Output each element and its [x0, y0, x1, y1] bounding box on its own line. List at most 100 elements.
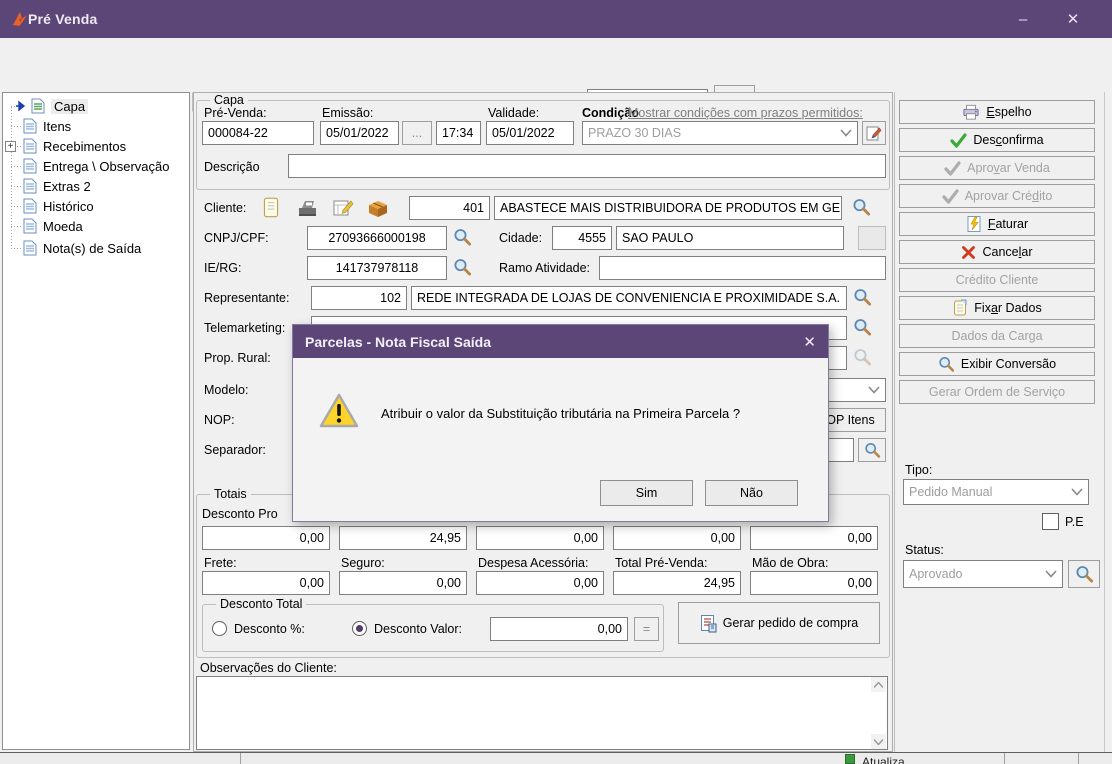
pe-checkbox[interactable] [1042, 513, 1059, 530]
totais-row1-input[interactable]: 0,00 [613, 526, 741, 550]
tree-item-historico[interactable]: Histórico [23, 197, 94, 215]
nao-button[interactable]: Não [705, 480, 798, 506]
aprovar-venda-button[interactable]: Aprovar Venda [899, 156, 1095, 180]
validade-label: Validade: [488, 106, 539, 120]
page-icon [23, 218, 37, 234]
status-search-button[interactable] [1068, 560, 1100, 588]
status-dropdown[interactable]: Aprovado [903, 560, 1063, 588]
tipo-label: Tipo: [905, 463, 932, 477]
tree-item-recebimentos[interactable]: Recebimentos [23, 137, 126, 155]
nop-label: NOP: [204, 413, 235, 427]
page-icon [23, 198, 37, 214]
search-icon [864, 442, 881, 459]
tree-item-capa[interactable]: Capa [15, 97, 88, 115]
totais-row1-input[interactable]: 0,00 [476, 526, 604, 550]
representante-search-button[interactable] [853, 288, 872, 307]
scroll-up-arrow[interactable] [871, 677, 886, 692]
cancelar-button[interactable]: Cancelar [899, 240, 1095, 264]
pre-venda-label: Pré-Venda: [204, 106, 267, 120]
total-pre-venda-input[interactable]: 24,95 [613, 571, 741, 595]
tree-item-itens[interactable]: Itens [23, 117, 71, 135]
ie-rg-input[interactable]: 141737978118 [307, 256, 447, 280]
desconto-valor-radio[interactable] [352, 621, 367, 636]
note-icon[interactable] [260, 196, 282, 223]
observacoes-textarea[interactable] [196, 676, 888, 750]
cidade-code-input[interactable]: 4555 [552, 226, 612, 250]
tipo-dropdown[interactable]: Pedido Manual [903, 479, 1089, 505]
representante-nome-input[interactable]: REDE INTEGRADA DE LOJAS DE CONVENIENCIA … [411, 286, 847, 310]
dados-da-carga-button[interactable]: Dados da Carga [899, 324, 1095, 348]
prop-rural-search-button[interactable] [853, 348, 872, 367]
despesa-acessoria-input[interactable]: 0,00 [476, 571, 604, 595]
tree-item-moeda[interactable]: Moeda [23, 217, 83, 235]
desconto-pct-label: Desconto %: [234, 622, 305, 636]
ie-rg-search-button[interactable] [453, 258, 472, 277]
ramo-atividade-input[interactable] [599, 256, 886, 280]
background-icon-fragment [845, 754, 855, 764]
register-icon[interactable] [297, 198, 319, 221]
espelho-button[interactable]: Espelho [899, 100, 1095, 124]
telemarketing-label: Telemarketing: [204, 321, 285, 335]
search-icon [1075, 565, 1094, 584]
minimize-button[interactable]: – [1000, 0, 1046, 38]
section-tree: + Capa Itens Recebimentos Entrega \ Obse… [2, 92, 190, 750]
pre-venda-input[interactable]: 000084-22 [202, 121, 314, 145]
tree-item-notas-de-saida[interactable]: Nota(s) de Saída [23, 239, 141, 257]
cliente-code-input[interactable]: 401 [409, 196, 490, 220]
credito-cliente-button[interactable]: Crédito Cliente [899, 268, 1095, 292]
emissao-ellipsis-button[interactable]: ... [402, 121, 432, 145]
toolbar: TXT Sequência: 1412 [0, 38, 1112, 92]
condicao-dropdown[interactable]: PRAZO 30 DIAS [582, 121, 858, 145]
descricao-input[interactable] [288, 154, 886, 178]
cnpj-search-button[interactable] [453, 228, 472, 247]
totais-row1-input[interactable]: 0,00 [202, 526, 330, 550]
despesa-acessoria-label: Despesa Acessória: [478, 556, 588, 570]
totais-row1-input[interactable]: 24,95 [339, 526, 467, 550]
desconto-valor-label: Desconto Valor: [374, 622, 462, 636]
validade-input[interactable]: 05/01/2022 [486, 121, 574, 145]
descricao-label: Descrição [204, 160, 260, 174]
desconto-valor-input[interactable]: 0,00 [490, 617, 628, 641]
desconto-total-legend: Desconto Total [216, 597, 306, 611]
gerar-ordem-servico-button[interactable]: Gerar Ordem de Serviço [899, 380, 1095, 404]
gerar-pedido-compra-button[interactable]: Gerar pedido de compra [678, 602, 880, 644]
equals-button[interactable]: = [634, 617, 659, 641]
tree-item-entrega-observacao[interactable]: Entrega \ Observação [23, 157, 169, 175]
aprovar-credito-button[interactable]: Aprovar Crédito [899, 184, 1095, 208]
seguro-input[interactable]: 0,00 [339, 571, 467, 595]
emissao-time-input[interactable]: 17:34 [436, 121, 481, 145]
search-icon [453, 228, 472, 247]
edit-condicao-button[interactable] [862, 121, 886, 145]
cliente-nome-input[interactable]: ABASTECE MAIS DISTRIBUIDORA DE PRODUTOS … [494, 196, 842, 220]
mostrar-condicoes-link[interactable]: Mostrar condições com prazos permitidos: [628, 106, 863, 120]
totais-row1-input[interactable]: 0,00 [750, 526, 878, 550]
sim-button[interactable]: Sim [600, 480, 693, 506]
cidade-nome-input[interactable]: SAO PAULO [616, 226, 844, 250]
check-icon [944, 161, 961, 176]
tree-expand-recebimentos[interactable]: + [5, 141, 16, 152]
close-button[interactable]: ✕ [1050, 0, 1096, 38]
telemarketing-search-button[interactable] [853, 318, 872, 337]
cliente-search-button[interactable] [852, 198, 871, 217]
exibir-conversao-button[interactable]: Exibir Conversão [899, 352, 1095, 376]
tree-connector [11, 107, 12, 249]
desconto-pct-radio[interactable] [212, 621, 227, 636]
capa-legend: Capa [210, 93, 248, 107]
representante-code-input[interactable]: 102 [311, 286, 407, 310]
check-icon [942, 189, 959, 204]
separador-search-button[interactable] [858, 438, 886, 462]
fixar-dados-button[interactable]: Fixar Dados [899, 296, 1095, 320]
desconfirma-button[interactable]: Desconfirma [899, 128, 1095, 152]
frete-input[interactable]: 0,00 [202, 571, 330, 595]
edit-form-icon[interactable] [332, 197, 354, 222]
cnpj-input[interactable]: 27093666000198 [307, 226, 447, 250]
frete-label: Frete: [204, 556, 237, 570]
emissao-date-input[interactable]: 05/01/2022 [320, 121, 399, 145]
tree-item-extras-2[interactable]: Extras 2 [23, 177, 91, 195]
scroll-down-arrow[interactable] [871, 734, 886, 749]
dialog-close-icon[interactable]: ✕ [803, 333, 816, 351]
package-icon[interactable] [366, 197, 390, 222]
desconto-produtos-label: Desconto Pro [202, 507, 278, 521]
mao-de-obra-input[interactable]: 0,00 [750, 571, 878, 595]
faturar-button[interactable]: Faturar [899, 212, 1095, 236]
